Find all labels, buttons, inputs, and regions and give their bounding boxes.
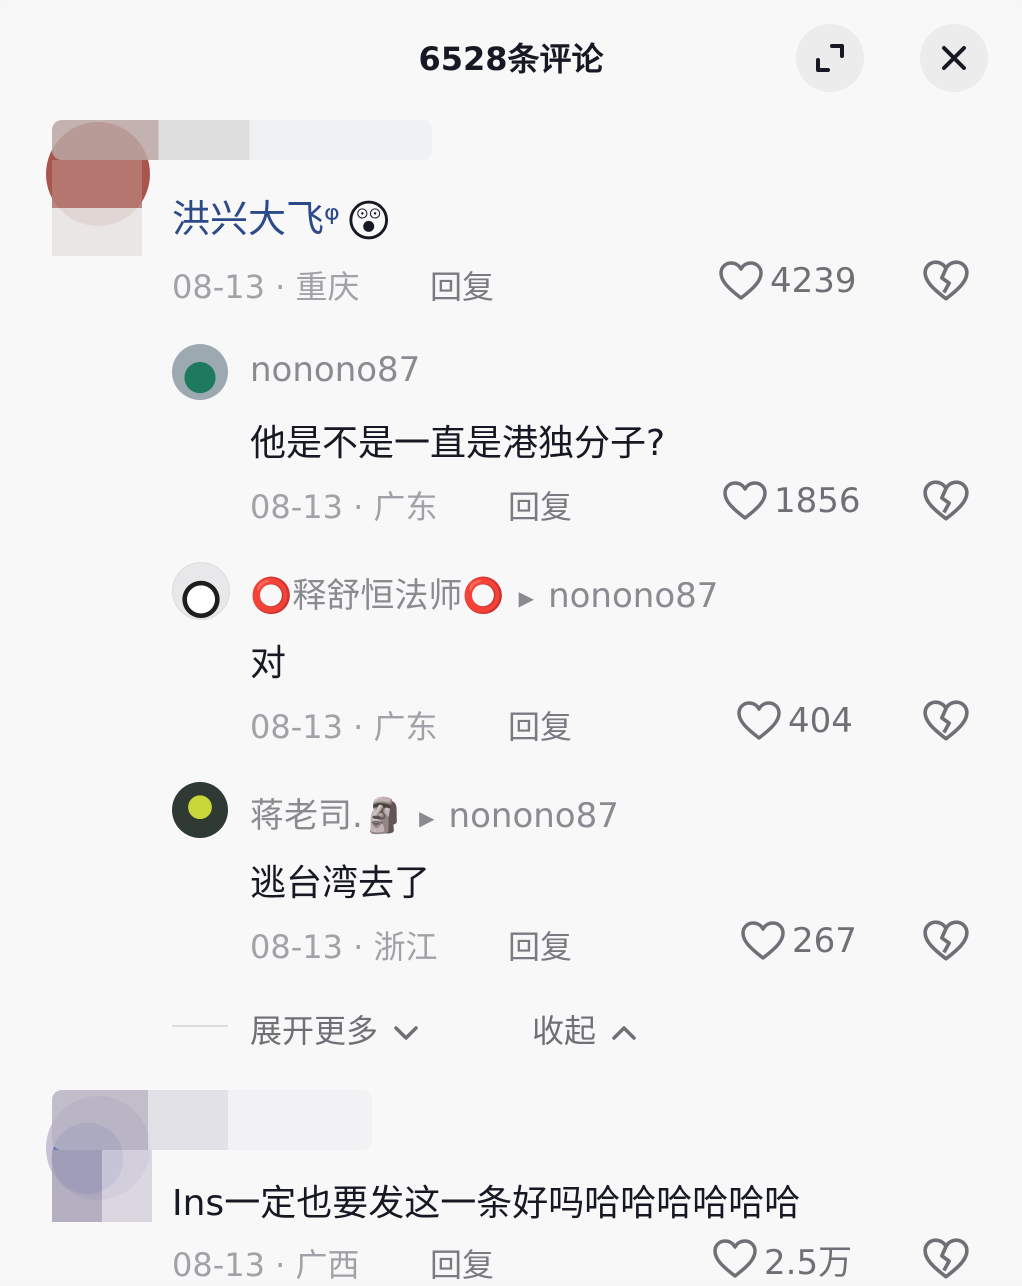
reply-username[interactable]: 蒋老司.🗿 ▶ nonono87 — [250, 788, 619, 837]
collapse-button[interactable]: 收起 — [532, 1006, 638, 1052]
expand-button[interactable] — [796, 24, 864, 92]
comments-panel: 6528条评论 洪兴大飞ᵠ 😲 08-13 · 重庆 回复 4239 nonono… — [0, 0, 1022, 1284]
broken-heart-icon — [923, 920, 969, 961]
thread-divider — [172, 1025, 228, 1027]
comment-meta: 08-13 · 广西 — [172, 1246, 360, 1284]
expand-more-button[interactable]: 展开更多 — [250, 1006, 420, 1052]
reply-meta: 08-13 · 广东 — [250, 708, 438, 746]
like-count: 4239 — [770, 261, 857, 301]
dizzy-face-emoji: 😲 — [345, 196, 392, 247]
dislike-button[interactable] — [922, 698, 970, 746]
comment-text: Ins一定也要发这一条好吗哈哈哈哈哈哈 — [172, 1183, 801, 1224]
like-button[interactable]: 404 — [736, 696, 853, 746]
reply-button[interactable]: 回复 — [430, 1240, 494, 1286]
reply-meta: 08-13 · 广东 — [250, 488, 438, 526]
broken-heart-icon — [923, 260, 969, 301]
reply-text: 逃台湾去了 — [250, 863, 431, 904]
chevron-down-icon — [394, 1026, 418, 1040]
like-button[interactable]: 4239 — [718, 256, 857, 306]
avatar[interactable] — [172, 782, 228, 838]
redacted-username-block — [52, 1090, 372, 1150]
reply-text: 他是不是一直是港独分子? — [250, 423, 666, 464]
broken-heart-icon — [923, 480, 969, 521]
reply-username[interactable]: nonono87 — [250, 350, 420, 390]
dislike-button[interactable] — [922, 478, 970, 526]
like-button[interactable]: 267 — [740, 916, 857, 966]
close-button[interactable] — [920, 24, 988, 92]
reply-arrow-icon: ▶ — [518, 585, 535, 610]
reply-username[interactable]: ⭕释舒恒法师⭕ ▶ nonono87 — [250, 568, 718, 617]
broken-heart-icon — [923, 1238, 969, 1279]
redacted-username-block — [52, 120, 432, 160]
reply-button[interactable]: 回复 — [508, 482, 572, 528]
like-button[interactable]: 1856 — [722, 476, 861, 526]
reply-button[interactable]: 回复 — [430, 262, 494, 308]
dislike-button[interactable] — [922, 1236, 970, 1284]
comment-count-title: 6528条评论 — [418, 40, 604, 78]
redacted-avatar-block — [52, 1150, 152, 1222]
like-count: 2.5万 — [764, 1242, 853, 1283]
heart-icon — [737, 701, 781, 740]
broken-heart-icon — [923, 700, 969, 741]
heart-icon — [719, 261, 763, 300]
reply-meta: 08-13 · 浙江 — [250, 928, 438, 966]
like-count: 1856 — [774, 481, 861, 521]
heart-icon — [723, 481, 767, 520]
close-icon — [942, 46, 966, 70]
heart-icon — [741, 921, 785, 960]
expand-icon — [816, 44, 844, 72]
reply-button[interactable]: 回复 — [508, 922, 572, 968]
heart-icon — [713, 1239, 757, 1278]
redacted-avatar-block — [52, 160, 142, 256]
reply-button[interactable]: 回复 — [508, 702, 572, 748]
like-count: 267 — [792, 921, 857, 961]
dislike-button[interactable] — [922, 918, 970, 966]
dislike-button[interactable] — [922, 258, 970, 306]
reply-arrow-icon: ▶ — [419, 805, 435, 830]
avatar[interactable] — [172, 562, 230, 620]
reply-text: 对 — [250, 643, 287, 684]
comment-text: 洪兴大飞ᵠ 😲 — [172, 196, 392, 247]
chevron-up-icon — [612, 1026, 636, 1040]
avatar[interactable] — [172, 344, 228, 400]
comment-meta: 08-13 · 重庆 — [172, 268, 360, 306]
like-count: 404 — [788, 701, 853, 741]
like-button[interactable]: 2.5万 — [712, 1234, 852, 1284]
